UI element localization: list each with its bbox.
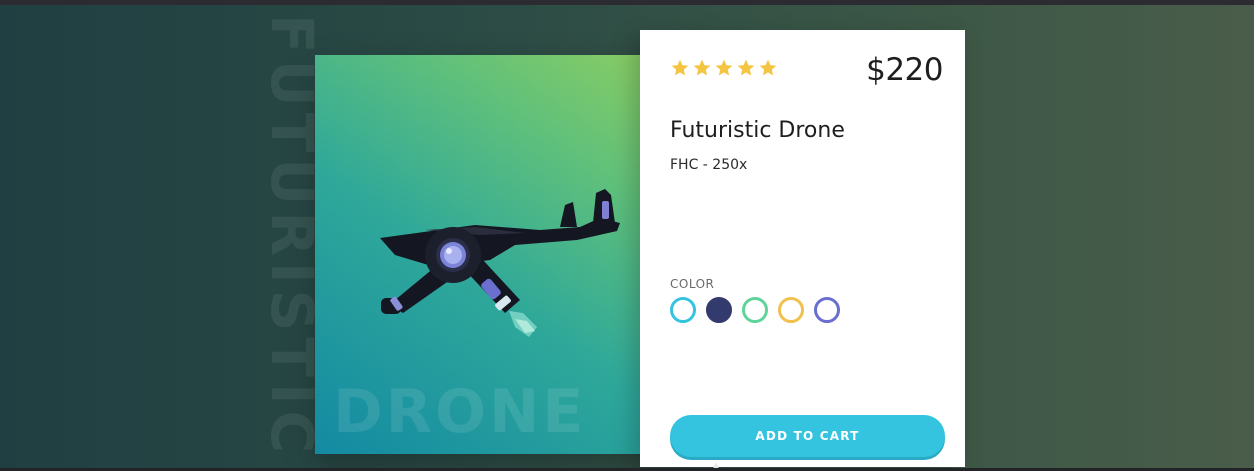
color-swatch-navy[interactable] <box>706 297 732 323</box>
overlay-word: DRONE <box>333 377 587 447</box>
star-icon <box>715 59 733 76</box>
star-icon <box>737 59 755 76</box>
star-icon <box>671 59 689 76</box>
color-swatch-yellow[interactable] <box>778 297 804 323</box>
star-icon <box>759 59 777 76</box>
rating-stars <box>670 58 778 78</box>
add-to-cart-button[interactable]: ADD TO CART <box>670 415 945 457</box>
product-image: DRONE <box>315 55 655 454</box>
product-model: FHC - 250x <box>670 157 748 173</box>
color-label: COLOR <box>670 277 715 291</box>
product-price: $220 <box>866 52 943 88</box>
color-swatches <box>670 297 840 323</box>
star-icon <box>693 59 711 76</box>
window-top-bar <box>0 0 1254 5</box>
product-card: $220 Futuristic Drone FHC - 250x COLOR A… <box>640 30 965 467</box>
product-title: Futuristic Drone <box>670 118 845 143</box>
color-swatch-purple[interactable] <box>814 297 840 323</box>
color-swatch-green[interactable] <box>742 297 768 323</box>
color-swatch-cyan[interactable] <box>670 297 696 323</box>
